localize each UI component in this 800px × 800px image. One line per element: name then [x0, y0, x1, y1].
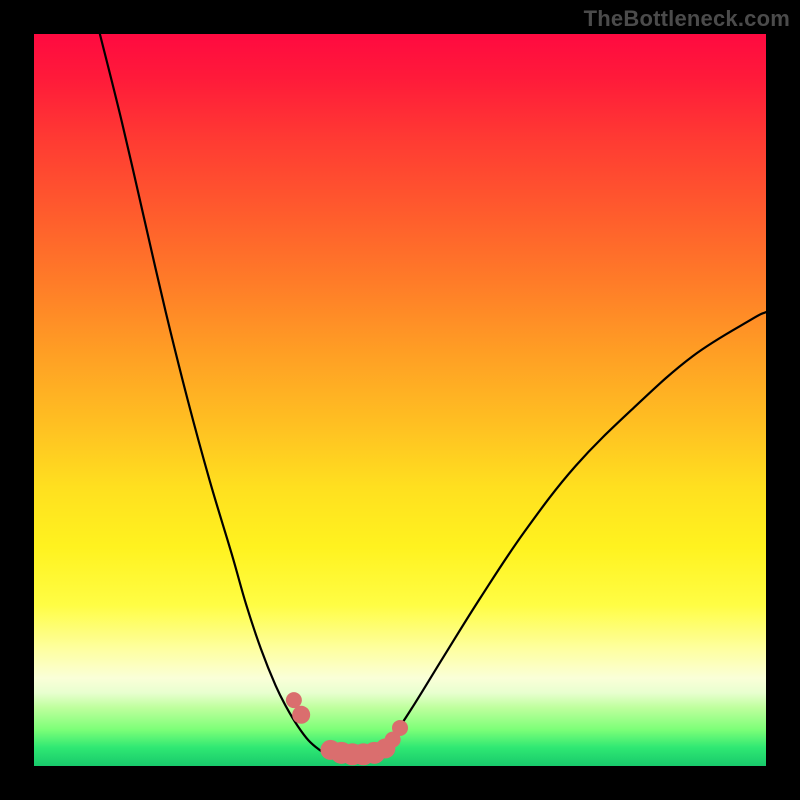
highlight-marker: [286, 692, 302, 708]
highlight-marker: [392, 720, 408, 736]
highlight-marker: [292, 706, 310, 724]
plot-area: [34, 34, 766, 766]
watermark-text: TheBottleneck.com: [584, 6, 790, 32]
chart-frame: TheBottleneck.com: [0, 0, 800, 800]
bottleneck-curve: [100, 34, 766, 759]
marker-group: [286, 692, 408, 765]
chart-svg: [34, 34, 766, 766]
